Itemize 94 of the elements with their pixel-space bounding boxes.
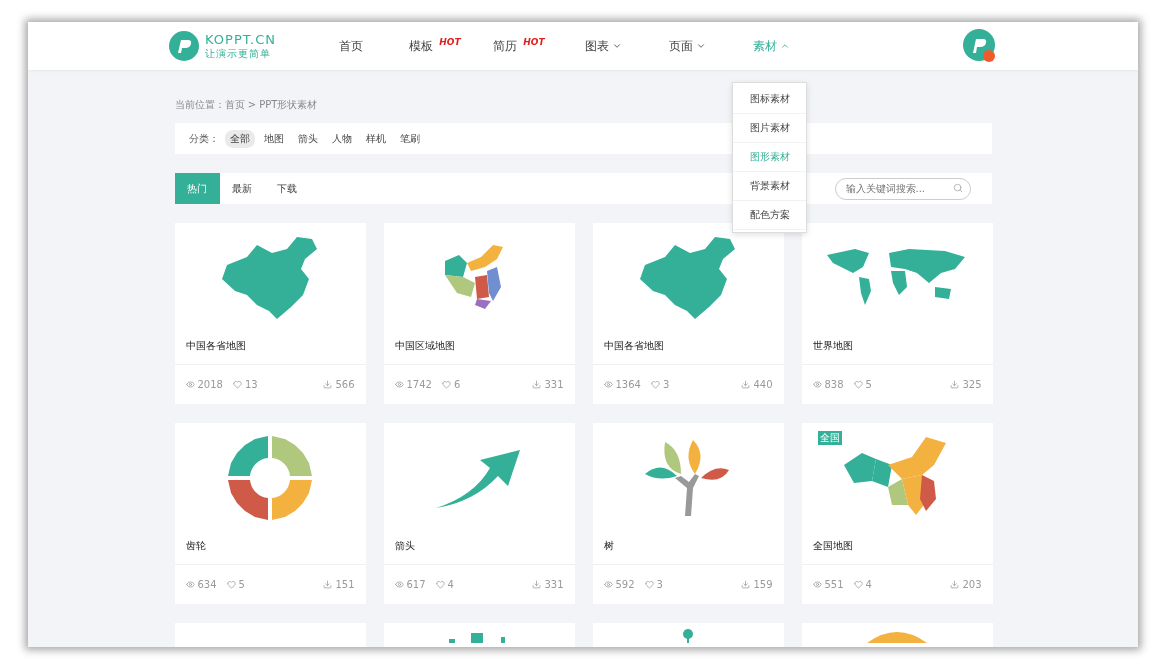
download-count: 331: [544, 579, 564, 590]
like-count: 3: [656, 579, 663, 590]
search-icon[interactable]: [952, 182, 963, 193]
menu-item[interactable]: 配色方案: [733, 201, 806, 230]
card-title: 树: [602, 539, 615, 553]
breadcrumb: 当前位置：首页 > PPT形状素材: [174, 98, 318, 111]
download-count: 203: [962, 579, 982, 590]
download-icon: [950, 380, 960, 389]
eye-icon: [394, 380, 404, 389]
like-count: 5: [865, 379, 872, 390]
like-count: 5: [238, 579, 245, 590]
material-card[interactable]: 全国 全国地图 551 4 203: [801, 423, 993, 604]
heart-icon: [441, 380, 451, 389]
download-icon: [323, 580, 333, 589]
card-title: 中国区域地图: [393, 339, 456, 353]
filter-option[interactable]: 样机: [360, 129, 391, 148]
eye-icon: [812, 580, 822, 589]
like-count: 13: [244, 379, 258, 390]
filter-option[interactable]: 笔刷: [394, 129, 425, 148]
material-card[interactable]: 齿轮 634 5 151: [174, 423, 366, 604]
heart-icon: [853, 580, 863, 589]
sort-tab[interactable]: 最新: [219, 173, 265, 204]
material-card[interactable]: 箭头 617 4 331: [383, 423, 575, 604]
like-count: 4: [447, 579, 454, 590]
nav-link[interactable]: 简历 HOT: [477, 37, 561, 55]
eye-icon: [185, 580, 195, 589]
heart-icon: [853, 380, 863, 389]
filter-option[interactable]: 地图: [258, 129, 289, 148]
like-count: 4: [865, 579, 872, 590]
eye-icon: [394, 580, 404, 589]
view-count: 1364: [615, 379, 641, 390]
eye-icon: [812, 380, 822, 389]
circle-drawing: [867, 631, 927, 643]
tag-label: 全国: [817, 431, 842, 445]
view-count: 1742: [406, 379, 432, 390]
nav-link[interactable]: 页面: [645, 37, 729, 55]
card-title: 世界地图: [811, 339, 854, 353]
download-icon: [532, 580, 542, 589]
download-count: 151: [335, 579, 355, 590]
material-card[interactable]: 树 592 3 159: [592, 423, 784, 604]
hot-label: HOT: [439, 37, 461, 47]
card-title: 中国各省地图: [602, 339, 665, 353]
menu-item[interactable]: 图标素材: [733, 85, 806, 114]
view-count: 617: [406, 579, 426, 590]
view-count: 634: [197, 579, 217, 590]
download-icon: [741, 580, 751, 589]
download-icon: [950, 580, 960, 589]
card-title: 中国各省地图: [184, 339, 247, 353]
filter-label: 分类：: [188, 131, 219, 146]
material-card[interactable]: 中国各省地图 1364 3 440: [592, 223, 784, 404]
heart-icon: [435, 580, 445, 589]
eye-icon: [603, 580, 613, 589]
heart-icon: [226, 580, 236, 589]
view-count: 551: [824, 579, 844, 590]
filter-option[interactable]: 箭头: [292, 129, 323, 148]
download-icon: [532, 380, 542, 389]
like-count: 6: [453, 379, 461, 390]
logo-name: KOPPT.CN: [205, 31, 277, 47]
view-count: 592: [615, 579, 635, 590]
download-icon: [323, 380, 333, 389]
pin-drawing: [682, 629, 694, 643]
card-title: 齿轮: [184, 539, 207, 553]
download-count: 331: [544, 379, 564, 390]
eye-icon: [185, 380, 195, 389]
heart-icon: [644, 580, 654, 589]
menu-item[interactable]: 背景素材: [733, 172, 806, 201]
download-count: 159: [753, 579, 773, 590]
heart-icon: [232, 380, 242, 389]
search-field[interactable]: 输入关键词搜索...: [834, 177, 971, 200]
download-count: 440: [753, 379, 773, 390]
view-count: 838: [824, 379, 844, 390]
filter-option[interactable]: 人物: [326, 129, 357, 148]
logo-icon: [169, 31, 199, 61]
filter-option[interactable]: 全部: [224, 129, 255, 148]
sort-tab[interactable]: 下载: [264, 173, 310, 204]
like-count: 3: [662, 379, 670, 390]
view-count: 2018: [197, 379, 223, 390]
logo-slogan: 让演示更简单: [205, 46, 272, 61]
material-card[interactable]: 世界地图 838 5 325: [801, 223, 993, 404]
material-card[interactable]: 中国区域地图 1742 6 331: [383, 223, 575, 404]
download-icon: [741, 380, 751, 389]
nav-link[interactable]: 图表: [561, 37, 645, 55]
user-avatar-icon[interactable]: [963, 29, 997, 63]
hot-label: HOT: [523, 37, 545, 47]
menu-item[interactable]: 图片素材: [733, 114, 806, 143]
card-title: 箭头: [393, 539, 416, 553]
material-card[interactable]: 中国各省地图 2018 13 566: [174, 223, 366, 404]
nav-link[interactable]: 模板 HOT: [393, 37, 477, 55]
nav-link[interactable]: 首页: [309, 37, 393, 55]
download-count: 325: [962, 379, 982, 390]
heart-icon: [650, 380, 660, 389]
card-title: 全国地图: [811, 539, 854, 553]
download-count: 566: [335, 379, 355, 390]
eye-icon: [603, 380, 613, 389]
